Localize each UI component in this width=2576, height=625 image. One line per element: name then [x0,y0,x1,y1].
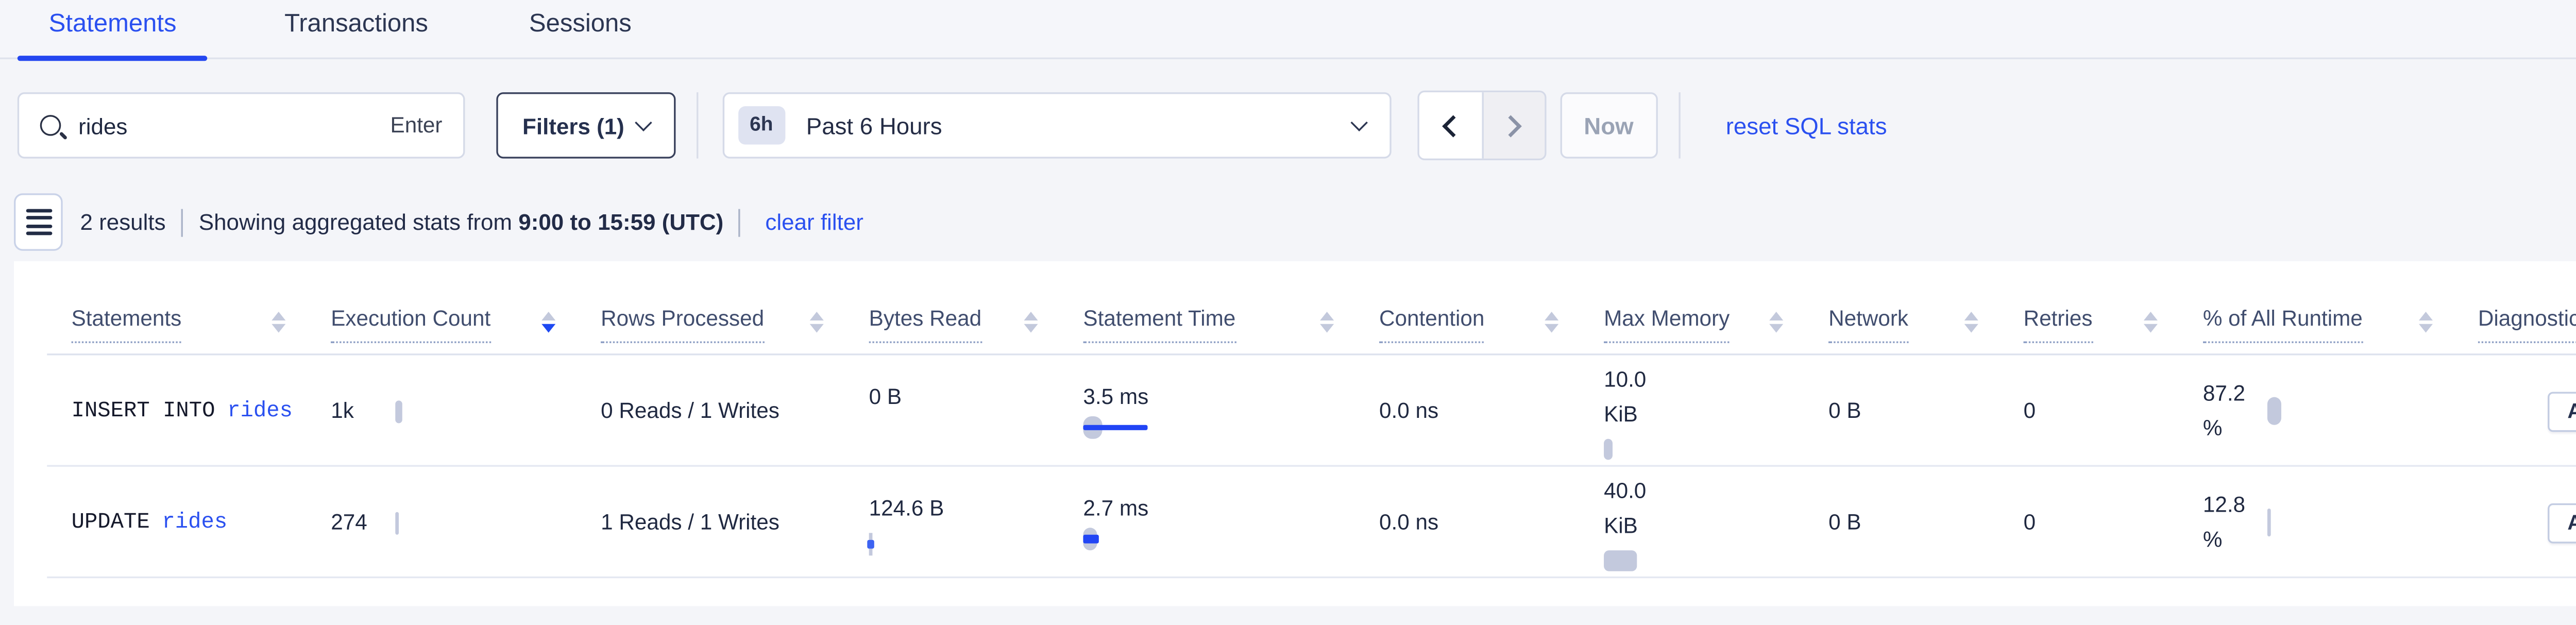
enter-hint: Enter [391,113,443,138]
next-time-button[interactable] [1481,92,1544,158]
table-row: INSERT INTOrides 1k 0 Reads / 1 Writes 0… [72,356,2576,467]
sort-icon[interactable] [1545,311,1558,332]
column-header-max-memory[interactable]: Max Memory [1604,261,1828,356]
rows-processed-cell: 0 Reads / 1 Writes [601,399,869,423]
execution-count-bar [395,511,398,534]
statement-time-bar [1083,415,1156,438]
search-icon [40,115,61,136]
sort-icon[interactable] [541,311,555,332]
table-name-link[interactable]: rides [162,510,227,534]
filters-label: Filters (1) [522,112,624,139]
tab-bar: Statements Transactions Sessions [0,0,2576,59]
results-summary: Showing aggregated stats from 9:00 to 15… [199,209,723,235]
max-memory-bar [1604,550,1637,571]
column-header-network[interactable]: Network [1828,261,2024,356]
tab-statements[interactable]: Statements [18,9,208,58]
column-header-pct-runtime[interactable]: % of All Runtime [2203,261,2478,356]
sort-icon[interactable] [1769,311,1783,332]
divider [181,208,183,236]
column-header-statements[interactable]: Statements [72,261,331,356]
pct-runtime-cell: 12.8 % [2203,487,2478,557]
tab-sessions[interactable]: Sessions [498,9,663,58]
now-button[interactable]: Now [1560,92,1658,158]
table-name-link[interactable]: rides [227,399,293,423]
chevron-down-icon [634,114,651,131]
sort-icon[interactable] [1964,311,1978,332]
execution-count-cell: 274 [331,510,601,534]
tab-transactions[interactable]: Transactions [253,9,459,58]
time-nav-group [1417,91,1546,160]
bytes-read-cell: 124.6 B [869,490,1083,554]
activate-diagnostics-button[interactable]: Activate [2548,391,2576,431]
bytes-read-cell: 0 B [869,379,1083,443]
contention-cell: 0.0 ns [1379,510,1604,534]
bytes-read-bar [869,532,942,555]
chevron-down-icon [1350,114,1367,131]
execution-count-bar [395,400,402,423]
filters-button[interactable]: Filters (1) [496,92,675,158]
pct-runtime-bar [2267,397,2281,425]
toolbar-divider [696,92,697,158]
sort-icon[interactable] [2144,311,2158,332]
prev-time-button[interactable] [1418,92,1481,158]
time-window-bold: 9:00 to 15:59 (UTC) [518,209,723,235]
pct-runtime-bar [2267,509,2270,536]
network-cell: 0 B [1828,399,2024,423]
column-header-rows-processed[interactable]: Rows Processed [601,261,869,356]
clear-filter-link[interactable]: clear filter [765,209,863,235]
results-bar: 2 results Showing aggregated stats from … [14,193,2576,251]
column-header-retries[interactable]: Retries [2024,261,2203,356]
column-header-statement-time[interactable]: Statement Time [1083,261,1379,356]
search-value[interactable]: rides [78,112,390,139]
diagnostics-cell: Activate [2478,502,2576,543]
activate-diagnostics-button[interactable]: Activate [2548,502,2576,543]
sort-icon[interactable] [810,311,824,332]
column-header-contention[interactable]: Contention [1379,261,1604,356]
statement-fingerprint-link[interactable]: INSERT INTOrides [72,399,331,423]
statement-time-cell: 2.7 ms [1083,496,1379,550]
statement-time-bar [1083,527,1156,549]
column-header-diagnostics[interactable]: Diagnostics [2478,261,2576,356]
sort-icon[interactable] [2419,311,2433,332]
columns-icon [25,208,52,212]
table-row: UPDATErides 274 1 Reads / 1 Writes 124.6… [72,467,2576,578]
column-header-execution-count[interactable]: Execution Count [331,261,601,356]
search-input[interactable]: rides Enter [18,92,465,158]
sort-icon[interactable] [1320,311,1334,332]
reset-sql-stats-link[interactable]: reset SQL stats [1726,112,1887,139]
retries-cell: 0 [2024,510,2203,534]
column-selector-button[interactable] [14,193,63,251]
time-range-badge: 6h [738,106,786,144]
execution-count-cell: 1k [331,399,601,423]
time-range-dropdown[interactable]: 6h Past 6 Hours [722,92,1391,158]
table-header-row: Statements Execution Count Rows Processe… [72,261,2576,356]
column-header-bytes-read[interactable]: Bytes Read [869,261,1083,356]
results-count: 2 results [80,209,165,235]
max-memory-cell: 10.0 KiB [1604,362,1828,460]
bytes-read-bar [869,420,942,443]
max-memory-bar [1604,439,1613,460]
chevron-left-icon [1442,114,1464,137]
statements-table-card: Statements Execution Count Rows Processe… [14,261,2576,606]
toolbar: rides Enter Filters (1) 6h Past 6 Hours … [18,92,2576,158]
time-range-label: Past 6 Hours [806,112,1352,139]
sort-icon[interactable] [1024,311,1038,332]
pct-runtime-cell: 87.2 % [2203,376,2478,446]
retries-cell: 0 [2024,399,2203,423]
diagnostics-cell: Activate [2478,391,2576,431]
rows-processed-cell: 1 Reads / 1 Writes [601,510,869,534]
statement-fingerprint-link[interactable]: UPDATErides [72,510,331,534]
chevron-right-icon [1500,114,1522,137]
statement-time-cell: 3.5 ms [1083,384,1379,438]
sql-activity-page: Statements Transactions Sessions rides E… [0,0,2576,625]
sort-icon[interactable] [272,311,285,332]
contention-cell: 0.0 ns [1379,399,1604,423]
max-memory-cell: 40.0 KiB [1604,474,1828,571]
divider [739,208,741,236]
network-cell: 0 B [1828,510,2024,534]
toolbar-divider [1679,92,1680,158]
